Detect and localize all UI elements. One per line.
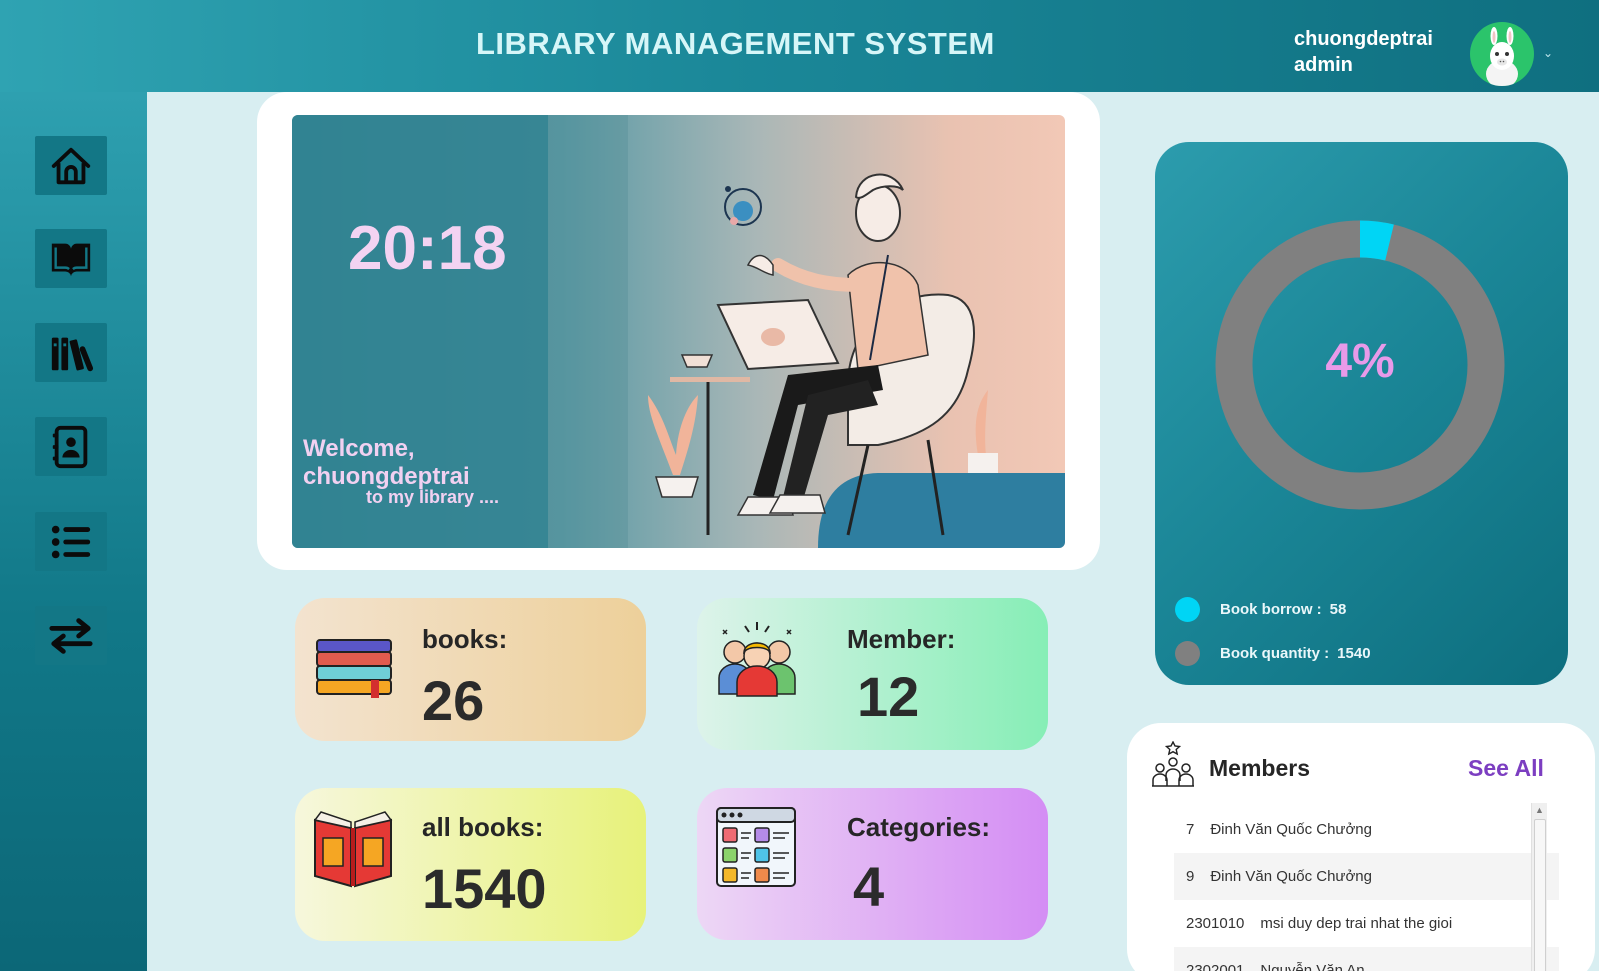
members-icon [1152,741,1194,787]
sidebar-item-home[interactable] [35,136,107,195]
open-book-icon [313,811,393,888]
list-item[interactable]: 2302001 Nguyễn Văn An [1174,947,1559,971]
sidebar [0,92,147,971]
books-label: books: [422,624,508,654]
all-books-value: 1540 [422,857,547,920]
scrollbar-thumb[interactable] [1534,819,1546,971]
sidebar-item-contacts[interactable] [35,417,107,476]
home-icon [51,147,91,184]
chevron-down-icon[interactable]: ⌄ [1543,46,1553,60]
llama-avatar-icon [1486,27,1518,86]
book-stack-icon [316,639,392,698]
donut-borrow-segment [1359,220,1394,261]
members-title: Members [1209,755,1310,781]
stat-card-members: Member: 12 [697,598,1048,750]
members-label: Member: [847,624,956,654]
member-name: Đinh Văn Quốc Chưởng [1210,821,1372,838]
members-value: 12 [857,665,920,728]
username: chuongdeptrai [1294,28,1433,50]
legend-borrow: Book borrow : 58 [1175,597,1346,622]
member-id: 9 [1186,868,1195,885]
scroll-up-icon[interactable]: ▲ [1535,805,1544,815]
member-id: 7 [1186,821,1195,838]
member-name: Nguyễn Văn An [1260,962,1365,971]
members-group-icon [718,622,796,697]
legend-borrow-label: Book borrow : [1220,601,1322,618]
stat-card-categories: Categories: 4 [697,788,1048,940]
legend-quantity: Book quantity : 1540 [1175,641,1371,666]
all-books-label: all books: [422,812,544,842]
members-scrollbar[interactable]: ▲ [1531,803,1547,971]
top-header: LIBRARY MANAGEMENT SYSTEM chuongdeptrai … [0,0,1599,92]
categories-label: Categories: [847,812,991,842]
legend-dot-borrow [1175,597,1200,622]
categories-grid-icon [716,807,796,887]
books-value: 26 [422,669,485,732]
list-item[interactable]: 2301010 msi duy dep trai nhat the gioi [1174,900,1559,947]
sidebar-item-transactions[interactable] [35,606,107,665]
welcome-message: Welcome, chuongdeptrai [303,435,470,490]
borrow-ratio-panel: 4% Book borrow : 58 Book quantity : 1540 [1155,142,1568,685]
members-panel: Members See All 7 Đinh Văn Quốc Chưởng 9… [1127,723,1595,971]
stat-card-books: books: 26 [295,598,646,741]
app-title: LIBRARY MANAGEMENT SYSTEM [476,26,995,61]
member-id: 2301010 [1186,915,1245,932]
donut-percentage: 4% [1325,335,1395,388]
hero-text-panel: 20:18 Welcome, chuongdeptrai to my libra… [292,115,548,548]
legend-quantity-value: 1540 [1337,645,1371,662]
sidebar-item-books[interactable] [35,229,107,288]
transfer-arrows-icon [49,617,93,654]
user-info[interactable]: chuongdeptrai admin [1294,26,1433,78]
member-name: Đinh Văn Quốc Chưởng [1210,868,1372,885]
categories-value: 4 [853,855,885,918]
members-list: 7 Đinh Văn Quốc Chưởng 9 Đinh Văn Quốc C… [1174,806,1559,971]
contact-book-icon [52,425,88,468]
books-shelf-icon [51,337,94,371]
legend-borrow-value: 58 [1329,601,1347,618]
list-icon [51,525,91,558]
reading-person-illustration [548,115,1065,548]
sidebar-item-list[interactable] [35,512,107,571]
hero-banner: 20:18 Welcome, chuongdeptrai to my libra… [292,115,1065,548]
list-item[interactable]: 7 Đinh Văn Quốc Chưởng [1174,806,1559,853]
clock-time: 20:18 [348,214,507,283]
see-all-link[interactable]: See All [1468,755,1544,782]
legend-quantity-label: Book quantity : [1220,645,1330,662]
user-role: admin [1294,54,1353,76]
list-item[interactable]: 9 Đinh Văn Quốc Chưởng [1174,853,1559,900]
member-name: msi duy dep trai nhat the gioi [1260,915,1453,932]
stat-card-all-books: all books: 1540 [295,788,646,941]
legend-dot-quantity [1175,641,1200,666]
book-open-icon [51,243,91,276]
sidebar-item-library[interactable] [35,323,107,382]
member-id: 2302001 [1186,962,1245,971]
avatar[interactable] [1470,22,1534,86]
welcome-subtitle: to my library .... [366,487,500,507]
